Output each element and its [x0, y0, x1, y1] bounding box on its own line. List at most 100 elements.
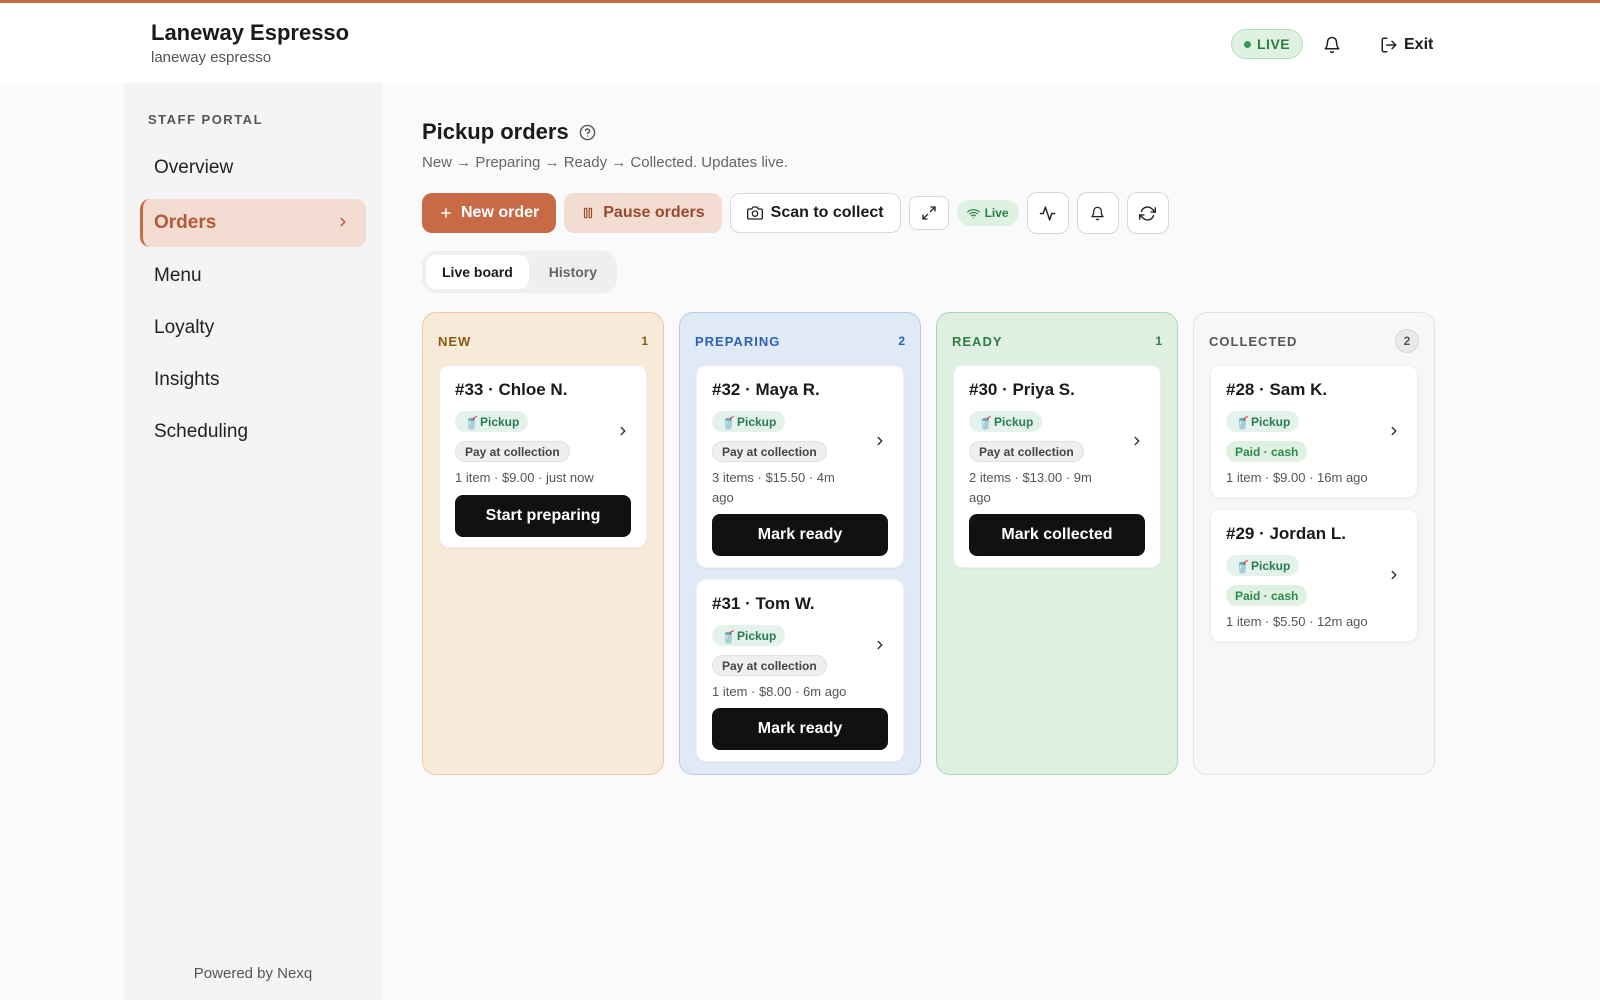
- cup-icon: 🥤: [464, 415, 479, 430]
- column-count: 1: [641, 334, 648, 348]
- payment-tag: Pay at collection: [455, 441, 570, 462]
- order-card[interactable]: #33 · Chloe N. 🥤 Pickup Pay at collection…: [439, 365, 647, 548]
- column-title: READY: [952, 333, 1003, 349]
- pickup-tag-label: Pickup: [1251, 558, 1291, 573]
- payment-tag: Paid · cash: [1226, 441, 1308, 462]
- column-header: PREPARING 2: [695, 331, 905, 351]
- chevron-right-icon[interactable]: [1130, 434, 1144, 448]
- sidebar-item-scheduling[interactable]: Scheduling: [140, 408, 366, 456]
- live-connection-pill: Live: [956, 200, 1019, 226]
- mark-collected-button[interactable]: Mark collected: [969, 514, 1145, 556]
- toolbar: New order Pause orders Scan to collect L…: [422, 192, 1169, 234]
- view-tabs: Live board History: [422, 251, 618, 293]
- pickup-tag: 🥤 Pickup: [712, 625, 786, 646]
- powered-by-footer: Powered by Nexq: [193, 965, 313, 982]
- order-title: #30 · Priya S.: [969, 380, 1075, 399]
- order-meta: 1 item · $9.00 · just now: [455, 470, 594, 485]
- live-status-badge: LIVE: [1231, 29, 1304, 59]
- pickup-tag: 🥤 Pickup: [1226, 411, 1300, 432]
- payment-tag: Paid · cash: [1226, 585, 1308, 606]
- cup-icon: 🥤: [978, 415, 993, 430]
- sidebar-item-overview[interactable]: Overview: [140, 144, 366, 192]
- cup-icon: 🥤: [721, 629, 736, 644]
- tab-history[interactable]: History: [533, 255, 613, 289]
- sidebar-item-orders[interactable]: Orders: [140, 199, 366, 247]
- plus-icon: [441, 208, 451, 218]
- column-count: 2: [898, 334, 905, 348]
- notifications-bell-icon[interactable]: [1320, 33, 1344, 57]
- main-content: Pickup orders New → Preparing → Ready → …: [382, 83, 1600, 1000]
- activity-icon: [1039, 205, 1056, 221]
- expand-icon: [921, 206, 936, 220]
- order-card[interactable]: #29 · Jordan L. 🥤 Pickup Paid · cash 1 it…: [1210, 509, 1418, 642]
- help-icon[interactable]: [579, 124, 596, 141]
- sidebar-item-label: Menu: [154, 265, 202, 286]
- page-subtitle: New → Preparing → Ready → Collected. Upd…: [422, 154, 788, 171]
- chevron-right-icon[interactable]: [1387, 424, 1401, 438]
- bell-icon: [1091, 206, 1104, 220]
- order-meta: 3 items · $15.50 · 4m ago: [712, 470, 835, 505]
- tab-live-board[interactable]: Live board: [426, 255, 529, 289]
- app-header: Laneway Espresso laneway espresso LIVE E…: [0, 3, 1600, 83]
- chevron-right-icon[interactable]: [1387, 568, 1401, 582]
- activity-button[interactable]: [1026, 192, 1069, 234]
- order-meta: 1 item · $9.00 · 16m ago: [1226, 470, 1368, 485]
- column-title: PREPARING: [695, 333, 781, 349]
- new-order-button[interactable]: New order: [422, 193, 557, 233]
- scan-to-collect-label: Scan to collect: [770, 204, 884, 221]
- brand-title: Laneway Espresso: [151, 20, 350, 45]
- column-title: COLLECTED: [1209, 333, 1298, 349]
- sidebar-section-label: STAFF PORTAL: [148, 112, 264, 127]
- order-meta: 2 items · $13.00 · 9m ago: [969, 470, 1092, 505]
- sound-alerts-button[interactable]: [1076, 192, 1119, 234]
- payment-tag: Pay at collection: [712, 441, 827, 462]
- order-card[interactable]: #31 · Tom W. 🥤 Pickup Pay at collection 1…: [696, 579, 904, 762]
- order-title: #28 · Sam K.: [1226, 380, 1328, 399]
- chevron-right-icon[interactable]: [873, 638, 887, 652]
- mark-ready-button[interactable]: Mark ready: [712, 708, 888, 750]
- pickup-tag: 🥤 Pickup: [712, 411, 786, 432]
- wifi-icon: [966, 208, 980, 218]
- sidebar-item-label: Loyalty: [154, 317, 215, 338]
- column-new: NEW 1 #33 · Chloe N. 🥤 Pickup Pay at coll…: [422, 312, 664, 775]
- pickup-tag: 🥤 Pickup: [1226, 555, 1300, 576]
- sidebar-item-insights[interactable]: Insights: [140, 356, 366, 404]
- live-dot-icon: [1244, 40, 1251, 48]
- scan-to-collect-button[interactable]: Scan to collect: [729, 193, 901, 233]
- column-header: READY 1: [952, 331, 1162, 351]
- exit-icon: [1381, 37, 1397, 53]
- sidebar-item-menu[interactable]: Menu: [140, 252, 366, 300]
- sidebar-item-label: Overview: [154, 157, 234, 178]
- pickup-tag-label: Pickup: [737, 628, 777, 643]
- order-title: #33 · Chloe N.: [455, 380, 568, 399]
- chevron-right-icon[interactable]: [873, 434, 887, 448]
- page-title: Pickup orders: [422, 119, 596, 145]
- order-card[interactable]: #32 · Maya R. 🥤 Pickup Pay at collection …: [696, 365, 904, 568]
- mark-ready-button[interactable]: Mark ready: [712, 514, 888, 556]
- order-card[interactable]: #28 · Sam K. 🥤 Pickup Paid · cash 1 item …: [1210, 365, 1418, 498]
- order-meta: 1 item · $8.00 · 6m ago: [712, 684, 847, 699]
- order-title: #29 · Jordan L.: [1226, 524, 1346, 543]
- fullscreen-button[interactable]: [908, 196, 949, 230]
- column-ready: READY 1 #30 · Priya S. 🥤 Pickup Pay at co…: [936, 312, 1178, 775]
- sidebar-item-label: Orders: [154, 212, 217, 233]
- pause-orders-button[interactable]: Pause orders: [564, 193, 722, 233]
- pickup-tag: 🥤 Pickup: [969, 411, 1043, 432]
- pause-icon: [584, 207, 593, 219]
- order-meta: 1 item · $5.50 · 12m ago: [1226, 614, 1368, 629]
- pickup-tag: 🥤 Pickup: [455, 411, 529, 432]
- payment-tag: Pay at collection: [712, 655, 827, 676]
- sidebar-item-loyalty[interactable]: Loyalty: [140, 304, 366, 352]
- pickup-tag-label: Pickup: [737, 414, 777, 429]
- chevron-right-icon[interactable]: [616, 424, 630, 438]
- order-card[interactable]: #30 · Priya S. 🥤 Pickup Pay at collection…: [953, 365, 1161, 568]
- column-header: COLLECTED 2: [1209, 329, 1419, 353]
- column-header: NEW 1: [438, 331, 648, 351]
- exit-button[interactable]: Exit: [1380, 31, 1433, 59]
- chevron-right-icon: [340, 217, 346, 227]
- start-preparing-button[interactable]: Start preparing: [455, 495, 631, 537]
- column-collected: COLLECTED 2 #28 · Sam K. 🥤 Pickup Paid · …: [1193, 312, 1435, 775]
- live-status-label: LIVE: [1257, 36, 1291, 52]
- column-title: NEW: [438, 333, 472, 349]
- refresh-button[interactable]: [1126, 192, 1169, 234]
